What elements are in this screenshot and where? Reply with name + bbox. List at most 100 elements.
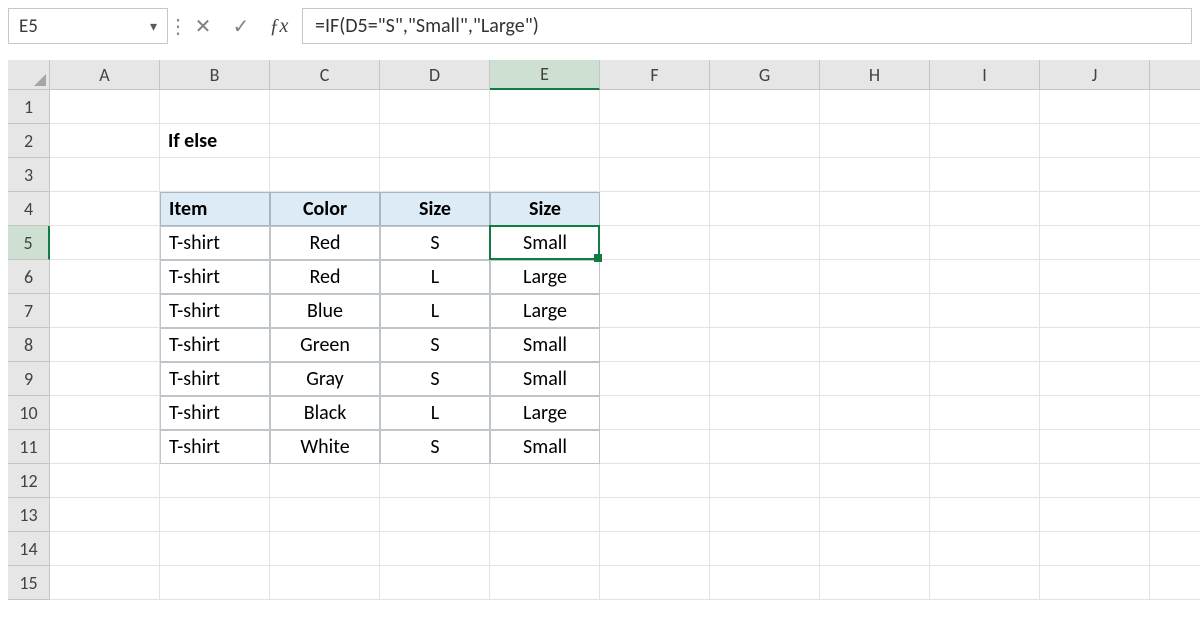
cell[interactable] bbox=[930, 90, 1040, 124]
row-header-11[interactable]: 11 bbox=[8, 430, 50, 464]
cell[interactable] bbox=[600, 260, 710, 294]
cell[interactable] bbox=[820, 532, 930, 566]
cell[interactable] bbox=[600, 294, 710, 328]
cell[interactable] bbox=[930, 260, 1040, 294]
cell[interactable] bbox=[160, 566, 270, 600]
row-header-15[interactable]: 15 bbox=[8, 566, 50, 600]
cell[interactable] bbox=[160, 464, 270, 498]
table-header[interactable]: Size bbox=[490, 192, 600, 226]
cell[interactable] bbox=[600, 362, 710, 396]
cell[interactable] bbox=[1040, 124, 1150, 158]
cell[interactable] bbox=[600, 124, 710, 158]
table-cell[interactable]: Small bbox=[490, 226, 600, 260]
cell[interactable] bbox=[820, 498, 930, 532]
cell[interactable] bbox=[820, 464, 930, 498]
table-cell[interactable]: T-shirt bbox=[160, 430, 270, 464]
cell[interactable] bbox=[380, 532, 490, 566]
table-cell[interactable]: S bbox=[380, 328, 490, 362]
cell[interactable] bbox=[710, 532, 820, 566]
table-cell[interactable]: S bbox=[380, 430, 490, 464]
cell[interactable] bbox=[820, 430, 930, 464]
table-cell[interactable]: T-shirt bbox=[160, 294, 270, 328]
cell[interactable] bbox=[820, 158, 930, 192]
table-cell[interactable]: Large bbox=[490, 294, 600, 328]
column-header-J[interactable]: J bbox=[1040, 60, 1150, 90]
cell[interactable] bbox=[710, 90, 820, 124]
row-header-7[interactable]: 7 bbox=[8, 294, 50, 328]
cell[interactable] bbox=[600, 328, 710, 362]
cell[interactable] bbox=[930, 294, 1040, 328]
title-cell[interactable]: If else bbox=[160, 124, 270, 158]
cell[interactable] bbox=[1150, 396, 1200, 430]
cell[interactable] bbox=[710, 498, 820, 532]
cell[interactable] bbox=[1150, 362, 1200, 396]
cell[interactable] bbox=[270, 532, 380, 566]
cell[interactable] bbox=[490, 532, 600, 566]
table-cell[interactable]: Large bbox=[490, 260, 600, 294]
table-cell[interactable]: Green bbox=[270, 328, 380, 362]
cell[interactable] bbox=[1150, 260, 1200, 294]
cell[interactable] bbox=[1150, 158, 1200, 192]
cell[interactable] bbox=[930, 566, 1040, 600]
cell[interactable] bbox=[1150, 532, 1200, 566]
cell[interactable] bbox=[270, 498, 380, 532]
cell[interactable] bbox=[50, 90, 160, 124]
row-header-13[interactable]: 13 bbox=[8, 498, 50, 532]
cell[interactable] bbox=[820, 192, 930, 226]
table-cell[interactable]: T-shirt bbox=[160, 226, 270, 260]
cell[interactable] bbox=[710, 328, 820, 362]
table-cell[interactable]: T-shirt bbox=[160, 328, 270, 362]
formula-input[interactable]: =IF(D5="S","Small","Large") bbox=[302, 8, 1192, 44]
row-header-2[interactable]: 2 bbox=[8, 124, 50, 158]
column-header-H[interactable]: H bbox=[820, 60, 930, 90]
cell[interactable] bbox=[710, 260, 820, 294]
row-header-9[interactable]: 9 bbox=[8, 362, 50, 396]
cancel-formula-button[interactable]: ✕ bbox=[188, 10, 218, 42]
cell[interactable] bbox=[710, 192, 820, 226]
table-cell[interactable]: Red bbox=[270, 260, 380, 294]
table-cell[interactable]: Black bbox=[270, 396, 380, 430]
row-header-6[interactable]: 6 bbox=[8, 260, 50, 294]
cell[interactable] bbox=[1040, 158, 1150, 192]
cell[interactable] bbox=[490, 566, 600, 600]
cell[interactable] bbox=[490, 90, 600, 124]
cell[interactable] bbox=[930, 158, 1040, 192]
column-header-A[interactable]: A bbox=[50, 60, 160, 90]
cell[interactable] bbox=[930, 464, 1040, 498]
cell[interactable] bbox=[600, 90, 710, 124]
table-header[interactable]: Item bbox=[160, 192, 270, 226]
table-cell[interactable]: L bbox=[380, 396, 490, 430]
cell[interactable] bbox=[160, 90, 270, 124]
cell[interactable] bbox=[50, 430, 160, 464]
cell[interactable] bbox=[820, 396, 930, 430]
column-header-B[interactable]: B bbox=[160, 60, 270, 90]
cell[interactable] bbox=[710, 566, 820, 600]
cell[interactable] bbox=[710, 124, 820, 158]
cell[interactable] bbox=[820, 328, 930, 362]
table-cell[interactable]: T-shirt bbox=[160, 396, 270, 430]
cell[interactable] bbox=[50, 532, 160, 566]
cell[interactable] bbox=[270, 464, 380, 498]
cell[interactable] bbox=[1040, 498, 1150, 532]
table-cell[interactable]: L bbox=[380, 260, 490, 294]
table-cell[interactable]: Red bbox=[270, 226, 380, 260]
cell[interactable] bbox=[710, 430, 820, 464]
cell[interactable] bbox=[490, 464, 600, 498]
cell[interactable] bbox=[50, 498, 160, 532]
cell[interactable] bbox=[1040, 328, 1150, 362]
cell[interactable] bbox=[710, 158, 820, 192]
cell[interactable] bbox=[380, 498, 490, 532]
cell[interactable] bbox=[600, 566, 710, 600]
table-cell[interactable]: Small bbox=[490, 328, 600, 362]
cell[interactable] bbox=[600, 532, 710, 566]
cell[interactable] bbox=[1150, 498, 1200, 532]
cell[interactable] bbox=[380, 90, 490, 124]
column-header-G[interactable]: G bbox=[710, 60, 820, 90]
cell[interactable] bbox=[1040, 396, 1150, 430]
cell[interactable] bbox=[270, 158, 380, 192]
cell[interactable] bbox=[1150, 464, 1200, 498]
cell[interactable] bbox=[710, 226, 820, 260]
table-cell[interactable]: Small bbox=[490, 362, 600, 396]
table-cell[interactable]: Gray bbox=[270, 362, 380, 396]
table-header[interactable]: Color bbox=[270, 192, 380, 226]
